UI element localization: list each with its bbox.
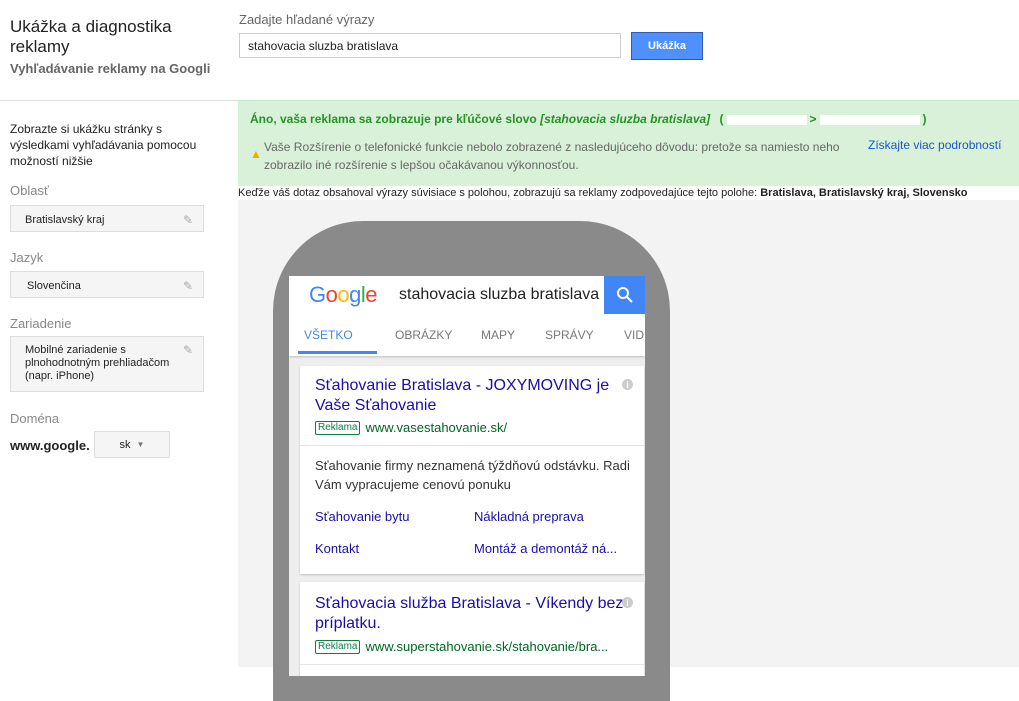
- sitelink[interactable]: Sťahovanie bytu: [315, 509, 410, 524]
- logo-letter: o: [325, 282, 338, 307]
- ad-title[interactable]: Sťahovanie Bratislava - JOXYMOVING je Va…: [315, 376, 615, 416]
- location-note: Keďže váš dotaz obsahoval výrazy súvisia…: [238, 187, 968, 199]
- tab-maps[interactable]: MAPY: [481, 328, 515, 342]
- language-value: Slovenčina: [27, 280, 81, 292]
- google-query[interactable]: stahovacia sluzba bratislava: [399, 286, 599, 304]
- tab-images[interactable]: OBRÁZKY: [395, 328, 452, 342]
- tab-underline: [298, 351, 377, 354]
- ad-url-row: Reklama www.vasestahovanie.sk/: [315, 419, 507, 437]
- search-input[interactable]: [239, 33, 621, 58]
- redacted-campaign: [726, 114, 807, 125]
- sitelink[interactable]: Montáž a demontáž ná...: [474, 541, 617, 556]
- google-header: Google stahovacia sluzba bratislava VŠET…: [289, 276, 645, 356]
- banner-keyword: [stahovacia sluzba bratislava]: [540, 112, 711, 126]
- ad-title[interactable]: Sťahovacia služba Bratislava - Víkendy b…: [315, 594, 625, 634]
- info-icon[interactable]: i: [622, 597, 633, 608]
- ad-url-row: Reklama www.superstahovanie.sk/stahovanie…: [315, 638, 608, 656]
- domain-label: Doména: [10, 411, 60, 426]
- more-details-link[interactable]: Získajte viac podrobností: [868, 138, 1001, 152]
- language-field[interactable]: Slovenčina ✎: [10, 271, 204, 298]
- area-label: Oblasť: [10, 183, 49, 198]
- sitelink[interactable]: Kontakt: [315, 541, 359, 556]
- redacted-adgroup: [819, 114, 920, 125]
- area-value: Bratislavský kraj: [25, 214, 105, 226]
- logo-letter: g: [349, 282, 361, 307]
- domain-prefix: www.google.: [10, 438, 90, 453]
- app-title: Ukážka a diagnostika reklamy: [10, 17, 172, 56]
- device-label: Zariadenie: [10, 316, 72, 331]
- ad-badge: Reklama: [315, 639, 361, 654]
- tab-all[interactable]: VŠETKO: [304, 328, 353, 342]
- divider: [300, 664, 644, 665]
- ad-card: Sťahovanie Bratislava - JOXYMOVING je Va…: [300, 366, 644, 574]
- banner-message: Vaše Rozšírenie o telefonické funkcie ne…: [264, 140, 840, 172]
- domain-select[interactable]: sk ▼: [94, 431, 170, 458]
- result-banner: Áno, vaša reklama sa zobrazuje pre kľúčo…: [238, 100, 1019, 186]
- banner-title: Áno, vaša reklama sa zobrazuje pre kľúčo…: [250, 112, 927, 126]
- ad-description: Sťahovanie firmy neznamená týždňovú odst…: [315, 458, 630, 492]
- pencil-icon: ✎: [183, 279, 194, 293]
- banner-paren-open: (: [719, 112, 724, 126]
- ad-url[interactable]: www.superstahovanie.sk/stahovanie/bra...: [365, 639, 608, 654]
- chevron-down-icon: ▼: [136, 440, 145, 449]
- preview-button[interactable]: Ukážka: [631, 32, 703, 60]
- search-icon[interactable]: [604, 276, 645, 314]
- preview-area: Google stahovacia sluzba bratislava VŠET…: [238, 200, 1019, 701]
- pencil-icon: ✎: [183, 343, 194, 357]
- phone-screen: Google stahovacia sluzba bratislava VŠET…: [289, 276, 645, 676]
- location-note-location: Bratislava, Bratislavský kraj, Slovensko: [760, 187, 968, 199]
- device-value: Mobilné zariadenie s plnohodnotným prehl…: [25, 344, 170, 382]
- language-label: Jazyk: [10, 250, 44, 265]
- banner-paren-close: ): [922, 112, 927, 126]
- sitelink[interactable]: Nákladná preprava: [474, 509, 584, 524]
- location-note-text: Keďže váš dotaz obsahoval výrazy súvisia…: [238, 187, 761, 199]
- banner-arrow: >: [809, 112, 817, 126]
- tab-videos[interactable]: VID: [624, 328, 644, 342]
- sidebar-intro: Zobrazte si ukážku stránky s výsledkami …: [10, 122, 197, 168]
- info-icon[interactable]: i: [622, 379, 633, 390]
- logo-letter: e: [365, 282, 378, 307]
- divider: [300, 445, 644, 446]
- pencil-icon: ✎: [183, 213, 194, 227]
- ad-badge: Reklama: [315, 420, 361, 435]
- google-logo: Google: [309, 282, 378, 308]
- tab-news[interactable]: SPRÁVY: [545, 328, 594, 342]
- logo-letter: G: [309, 282, 326, 307]
- ad-card: Sťahovacia služba Bratislava - Víkendy b…: [300, 582, 644, 676]
- device-field[interactable]: Mobilné zariadenie s plnohodnotným prehl…: [10, 336, 204, 392]
- logo-letter: o: [337, 282, 350, 307]
- warning-icon: ▲: [250, 147, 262, 161]
- search-label: Zadajte hľadané výrazy: [239, 12, 375, 27]
- area-field[interactable]: Bratislavský kraj ✎: [10, 205, 204, 232]
- ad-url[interactable]: www.vasestahovanie.sk/: [365, 420, 507, 435]
- domain-value: sk: [119, 438, 131, 451]
- banner-title-text: Áno, vaša reklama sa zobrazuje pre kľúčo…: [250, 112, 541, 126]
- app-subtitle: Vyhľadávanie reklamy na Googli: [10, 61, 211, 76]
